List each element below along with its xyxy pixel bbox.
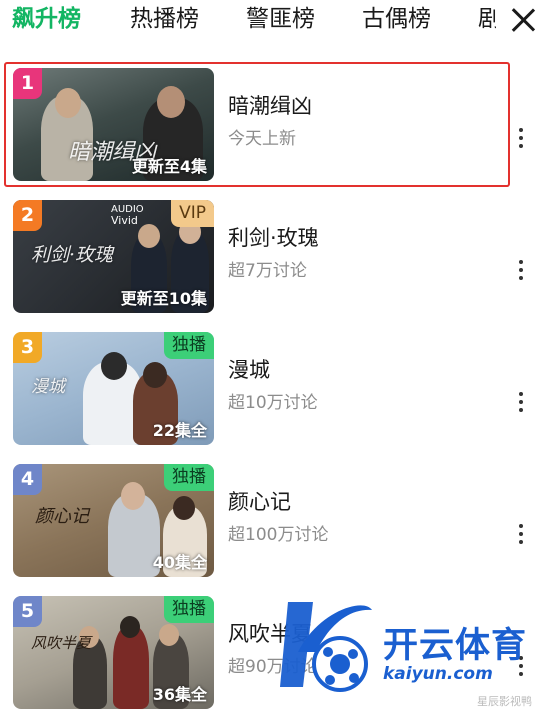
- tab-rising[interactable]: 飙升榜: [12, 4, 81, 34]
- audio-vivid-label: AUDIO Vivid: [111, 204, 144, 226]
- episode-status: 36集全: [152, 685, 207, 704]
- rank-badge: 1: [13, 68, 42, 99]
- poster-title: 漫城: [31, 377, 65, 397]
- close-icon[interactable]: [508, 5, 538, 35]
- tab-partial[interactable]: 剧: [478, 4, 496, 34]
- episode-status: 22集全: [152, 421, 207, 440]
- exclusive-badge: 独播: [164, 596, 214, 623]
- list-item[interactable]: 漫城 独播 3 22集全 漫城 超10万讨论: [0, 326, 554, 451]
- poster-title: 利剑·玫瑰: [31, 244, 114, 266]
- show-title[interactable]: 暗潮缉凶: [228, 90, 312, 120]
- more-options-icon[interactable]: [514, 392, 528, 414]
- ranking-tab-bar: 飙升榜 热播榜 警匪榜 古偶榜 剧: [0, 0, 554, 44]
- more-options-icon[interactable]: [514, 524, 528, 546]
- exclusive-badge: 独播: [164, 332, 214, 359]
- show-subtitle: 超7万讨论: [228, 261, 307, 281]
- poster-image[interactable]: 暗潮缉凶 1 更新至4集: [13, 68, 214, 181]
- show-subtitle: 今天上新: [228, 129, 296, 149]
- watermark-url: kaiyun.com: [383, 664, 493, 684]
- watermark-logo-icon: [280, 602, 372, 692]
- more-options-icon[interactable]: [514, 128, 528, 150]
- watermark-brand: 开云体育: [383, 626, 528, 666]
- rank-badge: 5: [13, 596, 42, 627]
- show-title[interactable]: 利剑·玫瑰: [228, 222, 319, 252]
- poster-title: 风吹半夏: [31, 634, 92, 652]
- exclusive-badge: 独播: [164, 464, 214, 491]
- poster-title: 颜心记: [35, 506, 89, 527]
- more-options-icon[interactable]: [514, 260, 528, 282]
- tab-police[interactable]: 警匪榜: [246, 4, 315, 34]
- poster-image[interactable]: 利剑·玫瑰 AUDIO Vivid VIP 2 更新至10集: [13, 200, 214, 313]
- list-item[interactable]: 暗潮缉凶 1 更新至4集 暗潮缉凶 今天上新: [0, 62, 554, 187]
- show-title[interactable]: 漫城: [228, 354, 270, 384]
- episode-status: 更新至4集: [131, 157, 207, 176]
- rank-badge: 3: [13, 332, 42, 363]
- watermark-corner-text: 星辰影视鸭: [477, 695, 532, 708]
- poster-image[interactable]: 漫城 独播 3 22集全: [13, 332, 214, 445]
- tab-hot[interactable]: 热播榜: [130, 4, 199, 34]
- poster-image[interactable]: 颜心记 独播 4 40集全: [13, 464, 214, 577]
- list-item[interactable]: 颜心记 独播 4 40集全 颜心记 超100万讨论: [0, 458, 554, 583]
- list-item[interactable]: 利剑·玫瑰 AUDIO Vivid VIP 2 更新至10集 利剑·玫瑰 超7万…: [0, 194, 554, 319]
- episode-status: 40集全: [152, 553, 207, 572]
- show-subtitle: 超100万讨论: [228, 525, 329, 545]
- rank-badge: 4: [13, 464, 42, 495]
- vivid-label: Vivid: [111, 214, 138, 227]
- show-subtitle: 超10万讨论: [228, 393, 318, 413]
- show-title[interactable]: 颜心记: [228, 486, 291, 516]
- rank-badge: 2: [13, 200, 42, 231]
- tab-costume[interactable]: 古偶榜: [362, 4, 431, 34]
- poster-image[interactable]: 风吹半夏 独播 5 36集全: [13, 596, 214, 709]
- episode-status: 更新至10集: [120, 289, 207, 308]
- vip-badge: VIP: [171, 200, 214, 227]
